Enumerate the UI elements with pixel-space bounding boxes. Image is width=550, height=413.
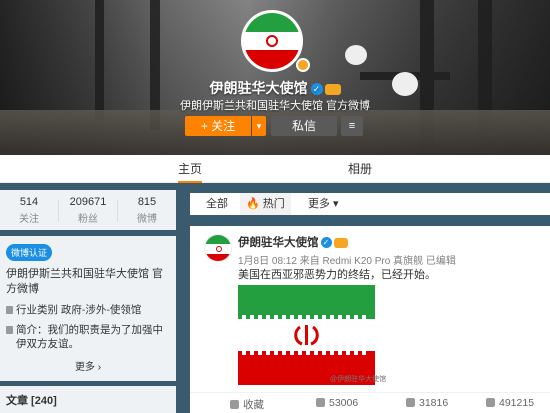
iran-flag-image[interactable] — [238, 285, 375, 385]
industry-row: 行业类别 政府-涉外-使领馆 — [6, 303, 170, 317]
verified-icon: ✓ — [320, 237, 332, 249]
star-icon — [230, 400, 239, 409]
verified-icon: ✓ — [310, 83, 323, 96]
profile-avatar[interactable] — [241, 10, 303, 72]
verification-org: 伊朗伊斯兰共和国驻华大使馆 官方微博 — [6, 268, 164, 295]
image-watermark: @伊朗驻华大使馆 — [330, 376, 387, 383]
post-text: 美国在西亚邪恶势力的终结，已经开始。 — [238, 269, 436, 281]
vip-level-icon — [333, 237, 348, 248]
stat-posts[interactable]: 815 微博 — [118, 196, 176, 225]
stat-value: 209671 — [69, 196, 107, 208]
more-menu-button[interactable]: ≡ — [341, 116, 363, 136]
comment-icon — [406, 398, 415, 407]
fire-icon: 🔥 — [246, 198, 260, 210]
repost-button[interactable]: 53006 — [316, 397, 358, 409]
post-actions: 收藏 53006 31816 491215 — [190, 392, 550, 413]
intro-icon — [6, 326, 13, 334]
message-button[interactable]: 私信 — [271, 116, 337, 136]
more-info-link[interactable]: 更多 › — [0, 358, 176, 373]
follow-dropdown-button[interactable]: ▾ — [252, 116, 266, 136]
thumbs-up-icon — [486, 398, 495, 407]
filter-more[interactable]: 更多 ▾ — [308, 193, 339, 215]
weibo-post: 伊朗驻华大使馆 ✓ 1月8日 08:12 来自 Redmi K20 Pro 真旗舰… — [190, 226, 550, 413]
stats-panel: 514 关注 209671 粉丝 815 微博 — [0, 190, 176, 230]
like-button[interactable]: 491215 — [486, 397, 534, 409]
collect-label: 收藏 — [243, 399, 264, 411]
profile-actions: + 关注 ▾ 私信 ≡ — [0, 116, 550, 136]
post-author-avatar[interactable] — [204, 234, 232, 262]
teapot-icon — [345, 45, 367, 65]
like-count: 491215 — [499, 397, 535, 409]
repost-icon — [316, 398, 325, 407]
tab-home[interactable]: 主页 — [178, 155, 203, 183]
stat-followers[interactable]: 209671 粉丝 — [59, 196, 117, 225]
verification-badge: 微博认证 — [6, 244, 53, 261]
follow-button[interactable]: + 关注 — [185, 116, 251, 136]
profile-name: 伊朗驻华大使馆 ✓ — [0, 78, 550, 98]
repost-count: 53006 — [329, 397, 359, 409]
profile-description: 伊朗伊斯兰共和国驻华大使馆 官方微博 — [179, 100, 371, 112]
stat-label: 微博 — [137, 214, 157, 225]
filter-hot[interactable]: 🔥 热门 — [240, 193, 291, 215]
stat-following[interactable]: 514 关注 — [0, 196, 58, 225]
comment-button[interactable]: 31816 — [406, 397, 448, 409]
stat-value: 815 — [137, 196, 157, 208]
tab-album[interactable]: 相册 — [348, 155, 372, 183]
post-meta: 1月8日 08:12 来自 Redmi K20 Pro 真旗舰 已编辑 — [238, 256, 456, 267]
intro-text: 简介：我们的职责是为了加强中伊双方友谊。 — [16, 324, 163, 350]
verified-badge-icon — [296, 58, 310, 72]
author-name-text: 伊朗驻华大使馆 — [238, 237, 319, 249]
comment-count: 31816 — [419, 397, 449, 409]
articles-header[interactable]: 文章 [240] — [0, 386, 176, 413]
vip-level-icon — [324, 83, 341, 95]
filter-hot-label: 热门 — [262, 198, 285, 210]
stat-label: 粉丝 — [78, 214, 98, 225]
collect-button[interactable]: 收藏 — [230, 397, 264, 412]
feed-filter-bar: 全部 🔥 热门 更多 ▾ — [190, 193, 550, 215]
left-sidebar: 514 关注 209671 粉丝 815 微博 微博认证 伊朗伊斯兰共和国驻华大… — [0, 190, 176, 413]
industry-icon — [6, 306, 13, 314]
stat-label: 关注 — [19, 214, 39, 225]
stat-value: 514 — [19, 196, 39, 208]
industry-text: 行业类别 政府-涉外-使领馆 — [16, 304, 142, 316]
profile-tab-bar: 主页 相册 — [0, 155, 550, 183]
post-author-name[interactable]: 伊朗驻华大使馆 ✓ — [238, 234, 348, 250]
intro-row: 简介：我们的职责是为了加强中伊双方友谊。 — [6, 323, 170, 351]
filter-all[interactable]: 全部 — [206, 193, 228, 215]
